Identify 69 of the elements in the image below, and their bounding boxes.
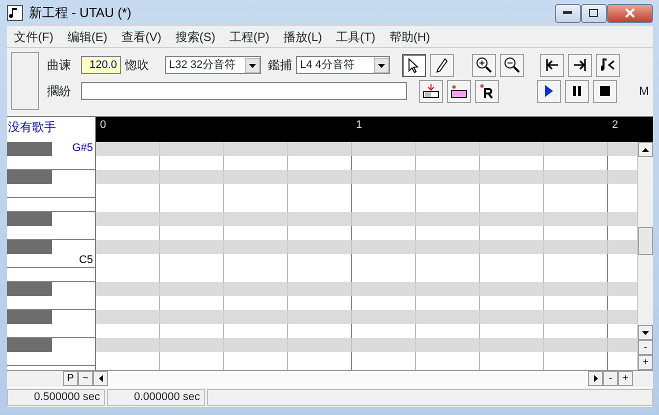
ruler-label: 1 — [355, 118, 364, 133]
pause-icon[interactable] — [565, 80, 589, 102]
pointer-icon — [408, 58, 420, 72]
pencil-icon — [436, 58, 448, 72]
tempo-field[interactable]: 120.0 — [81, 56, 121, 74]
scroll-right-button[interactable] — [588, 371, 603, 386]
stop-icon[interactable] — [593, 80, 617, 102]
minimize-icon — [563, 11, 573, 15]
insert-rest-icon[interactable] — [447, 80, 471, 102]
arrow-down-icon — [642, 330, 649, 334]
minimize-button[interactable] — [555, 4, 581, 22]
zoom-button[interactable]: - — [603, 371, 618, 386]
ruler-label: 0 — [99, 118, 108, 133]
menu-item[interactable]: 播放(L) — [276, 28, 329, 46]
zoom-in-icon[interactable] — [472, 54, 496, 76]
piano-key[interactable]: C5 — [7, 254, 95, 268]
app-icon — [7, 5, 23, 21]
key-label: G#5 — [72, 142, 94, 156]
insert-r-icon[interactable] — [475, 80, 499, 102]
quantize-dropdown[interactable]: L32 32分音符 — [165, 56, 261, 74]
menu-item[interactable]: 帮助(H) — [382, 28, 437, 46]
ruler-label: 2 — [611, 118, 620, 133]
scroll-mode-button[interactable]: P — [63, 371, 78, 386]
pointer-tool-button[interactable] — [402, 54, 426, 76]
dropdown-arrow-icon — [245, 58, 260, 72]
dropdown-arrow-icon — [374, 58, 389, 72]
go-end-icon[interactable] — [568, 54, 592, 76]
play-icon[interactable] — [537, 80, 561, 102]
timeline-ruler[interactable]: 0 1 2 — [96, 117, 653, 142]
zoom-button[interactable]: + — [618, 371, 633, 386]
arrow-right-icon — [594, 375, 598, 382]
zoom-out-icon[interactable] — [500, 54, 524, 76]
close-button[interactable] — [607, 4, 653, 22]
status-text: 0.000000 sec — [107, 389, 205, 406]
menu-item[interactable]: 文件(F) — [7, 28, 60, 46]
zoom-button[interactable]: - — [638, 340, 653, 355]
key-label: C5 — [78, 253, 94, 268]
scroll-mode-button[interactable]: ~ — [78, 371, 93, 386]
scroll-down-button[interactable] — [638, 325, 653, 340]
window-title: 新工程 - UTAU (*) — [29, 4, 132, 22]
scroll-up-button[interactable] — [638, 142, 653, 157]
menu-item[interactable]: 编辑(E) — [60, 28, 114, 46]
menu-item[interactable]: 工具(T) — [329, 28, 382, 46]
singer-label[interactable]: 没有歌手 — [7, 117, 96, 142]
arrow-left-icon — [98, 375, 102, 382]
menu-item[interactable]: 工程(P) — [222, 28, 276, 46]
zoom-button[interactable]: + — [638, 355, 653, 370]
maximize-icon — [589, 8, 599, 18]
scroll-thumb[interactable] — [638, 227, 653, 255]
length-label: 鑑捕 — [268, 57, 292, 74]
go-start-icon[interactable] — [540, 54, 564, 76]
close-icon — [625, 8, 635, 18]
lyric-label: 擱紛 — [47, 83, 72, 100]
note-split-icon[interactable] — [596, 54, 620, 76]
lyric-field[interactable] — [81, 82, 407, 100]
piano-key[interactable]: G#5 — [7, 142, 95, 156]
toolbar-label: M — [639, 83, 649, 100]
status-text: 0.500000 sec — [7, 389, 105, 406]
scroll-left-button[interactable] — [93, 371, 108, 386]
arrow-up-icon — [642, 148, 649, 152]
length-dropdown[interactable]: L4 4分音符 — [296, 56, 390, 74]
maximize-button[interactable] — [581, 4, 607, 22]
singer-image-frame — [11, 52, 39, 110]
tempo-label: 曲谏 — [47, 57, 72, 74]
tempo-unit-label: 惚吹 — [125, 57, 149, 74]
menu-item[interactable]: 查看(V) — [114, 28, 168, 46]
pencil-tool-button[interactable] — [430, 54, 454, 76]
insert-note-icon[interactable] — [419, 80, 443, 102]
menu-item[interactable]: 搜索(S) — [168, 28, 222, 46]
